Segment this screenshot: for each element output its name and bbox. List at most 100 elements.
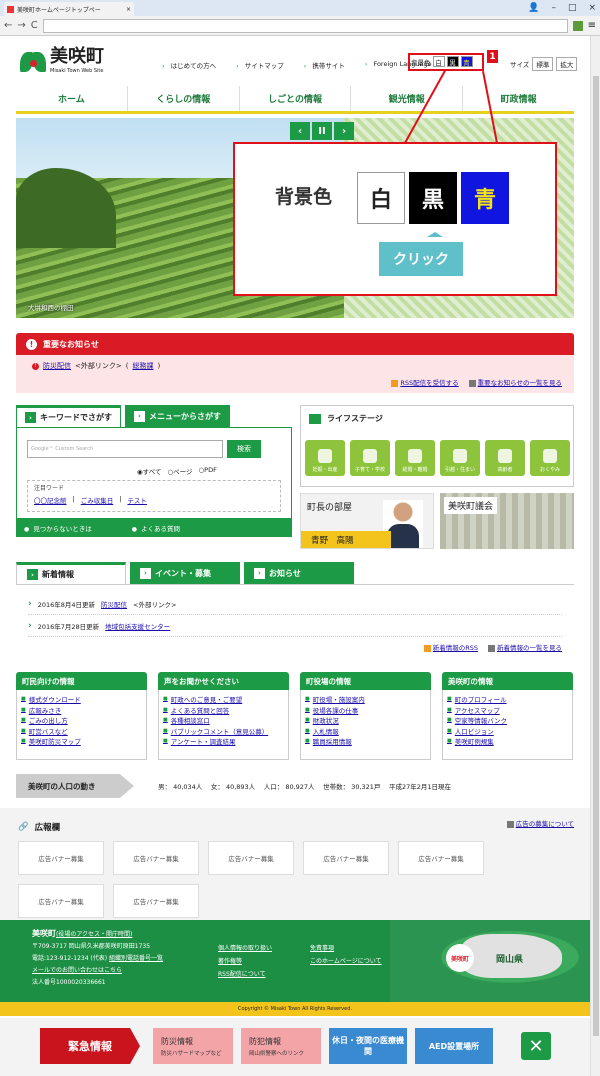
privacy-link[interactable]: 個人情報の取り扱い (218, 942, 272, 955)
extension-icon[interactable] (572, 20, 583, 31)
list-item[interactable]: 人口ビジョン (447, 726, 568, 737)
slide-next-button[interactable]: › (334, 122, 354, 140)
font-large-button[interactable]: 拡大 (556, 57, 578, 71)
focus-word-link[interactable]: テスト (127, 495, 147, 505)
rss-info-link[interactable]: RSS配信について (218, 968, 272, 981)
life-condolence[interactable]: おくやみ (530, 440, 570, 476)
life-pregnancy[interactable]: 妊娠・出産 (305, 440, 345, 476)
toplink-mobile[interactable]: › 携帯サイト (304, 60, 351, 70)
list-item[interactable]: 各種相談窓口 (163, 715, 284, 726)
list-item[interactable]: 財政状況 (305, 715, 426, 726)
ad-banner[interactable]: 広告バナー募集 (18, 841, 104, 875)
news-link[interactable]: 防災配信 (101, 599, 127, 609)
toplink-sitemap[interactable]: › サイトマップ (236, 60, 290, 70)
focus-word-link[interactable]: 〇〇記念館 (34, 495, 67, 505)
crime-info-button[interactable]: 防犯情報 岡山県警察へのリンク (241, 1028, 321, 1064)
user-icon[interactable]: 👤 (528, 3, 539, 13)
focus-word-link[interactable]: ごみ収集日 (81, 495, 114, 505)
list-item[interactable]: 空家等情報バンク (447, 715, 568, 726)
search-input[interactable]: Google™ Custom Search (27, 440, 223, 458)
notice-rss-link[interactable]: RSS配信を受信する (391, 377, 459, 387)
list-item[interactable]: 町営バスなど (21, 726, 142, 737)
notice-link[interactable]: 防災配信 (43, 361, 71, 371)
medical-button[interactable]: 休日・夜間の医療機関 (329, 1028, 407, 1064)
list-item[interactable]: ごみの出し方 (21, 715, 142, 726)
news-link[interactable]: 地域包括支援センター (105, 621, 170, 631)
minimize-button[interactable]: – (551, 3, 556, 13)
list-item[interactable]: 美咲町例規集 (447, 736, 568, 747)
mail-link[interactable]: メールでのお問い合わせはこちら (32, 967, 122, 974)
life-childcare[interactable]: 子育て・学校 (350, 440, 390, 476)
list-item[interactable]: パブリックコメント（意見公募） (163, 726, 284, 737)
tab-menu-search[interactable]: › メニューからさがす (125, 405, 230, 427)
font-normal-button[interactable]: 標準 (532, 57, 554, 71)
menu-icon[interactable]: ≡ (588, 20, 596, 31)
ad-banner[interactable]: 広告バナー募集 (18, 884, 104, 918)
ad-banner[interactable]: 広告バナー募集 (208, 841, 294, 875)
search-button[interactable]: 検索 (227, 440, 261, 458)
maximize-button[interactable]: □ (568, 3, 577, 13)
aed-button[interactable]: AED設置場所 (415, 1028, 493, 1064)
slide-pause-button[interactable]: II (312, 122, 332, 140)
address-bar[interactable] (42, 18, 568, 33)
close-emergency-button[interactable]: ✕ (521, 1032, 551, 1060)
list-item[interactable]: 役場各課の仕事 (305, 705, 426, 716)
tab-events[interactable]: › イベント・募集 (130, 562, 240, 584)
nav-government[interactable]: 町政情報 (463, 86, 574, 111)
ads-recruit-link[interactable]: 広告の募集について (506, 818, 574, 828)
access-link[interactable]: (役場のアクセス・開庁時間) (56, 931, 132, 938)
reload-button[interactable]: C (31, 20, 38, 31)
ad-banner[interactable]: 広告バナー募集 (113, 841, 199, 875)
notice-list-link[interactable]: 重要なお知らせの一覧を見る (468, 377, 562, 387)
council-banner[interactable]: 美咲町議会 (440, 493, 574, 549)
list-item[interactable]: アンケート・調査結果 (163, 736, 284, 747)
toplink-first[interactable]: › はじめての方へ (162, 60, 222, 70)
news-rss-link[interactable]: 新着情報のRSS (423, 642, 478, 652)
nav-work[interactable]: しごとの情報 (240, 86, 352, 111)
copyright-link[interactable]: 著作権等 (218, 955, 272, 968)
faq-link[interactable]: よくある質問 (132, 523, 180, 533)
ad-banner[interactable]: 広告バナー募集 (113, 884, 199, 918)
news-list-link[interactable]: 新着情報の一覧を見る (488, 642, 562, 652)
mayor-banner[interactable]: 町長の部屋 青野 高陽 (300, 493, 434, 549)
ad-banner[interactable]: 広告バナー募集 (398, 841, 484, 875)
disaster-info-button[interactable]: 防災情報 防災ハザードマップなど (153, 1028, 233, 1064)
back-button[interactable]: ← (4, 20, 12, 31)
radio-all[interactable]: ◉すべて (137, 466, 161, 476)
life-elderly[interactable]: 高齢者 (485, 440, 525, 476)
nav-home[interactable]: ホーム (16, 86, 128, 111)
ad-banner[interactable]: 広告バナー募集 (303, 841, 389, 875)
list-item[interactable]: 町のプロフィール (447, 694, 568, 705)
list-item[interactable]: よくある質問と回答 (163, 705, 284, 716)
list-item[interactable]: 美咲町防災マップ (21, 736, 142, 747)
browser-tab[interactable]: 美咲町ホームページトップペー × (4, 2, 134, 16)
list-item[interactable]: 町役場・施設案内 (305, 694, 426, 705)
tel-list-link[interactable]: 組織別電話番号一覧 (109, 955, 163, 962)
nav-living[interactable]: くらしの情報 (128, 86, 240, 111)
disclaimer-link[interactable]: 免責事項 (310, 942, 382, 955)
list-item[interactable]: 職員採用情報 (305, 736, 426, 747)
list-item[interactable]: 町政へのご意見・ご要望 (163, 694, 284, 705)
tab-keyword-search[interactable]: › キーワードでさがす (16, 405, 121, 427)
scrollbar[interactable] (590, 36, 600, 1076)
list-item[interactable]: 入札情報 (305, 726, 426, 737)
life-moving[interactable]: 引越・住まい (440, 440, 480, 476)
close-window-button[interactable]: × (588, 3, 596, 13)
nav-tourism[interactable]: 観光情報 (351, 86, 464, 111)
not-found-link[interactable]: 見つからないときは (24, 523, 92, 533)
radio-page[interactable]: ○ページ (167, 466, 192, 476)
site-logo[interactable]: 美咲町 Misaki Town Web Site (18, 48, 104, 74)
about-site-link[interactable]: このホームページについて (310, 955, 382, 968)
slide-prev-button[interactable]: ‹ (290, 122, 310, 140)
list-item[interactable]: アクセスマップ (447, 705, 568, 716)
notice-dept-link[interactable]: 総務課 (132, 361, 153, 371)
tab-notices[interactable]: › お知らせ (244, 562, 354, 584)
close-tab-icon[interactable]: × (126, 6, 131, 13)
tab-news[interactable]: › 新着情報 (16, 562, 126, 584)
forward-button[interactable]: → (17, 20, 25, 31)
scrollbar-thumb[interactable] (593, 76, 599, 1036)
list-item[interactable]: 様式ダウンロード (21, 694, 142, 705)
radio-pdf[interactable]: ○PDF (199, 466, 217, 476)
list-item[interactable]: 広報みさき (21, 705, 142, 716)
life-marriage[interactable]: 結婚・離婚 (395, 440, 435, 476)
